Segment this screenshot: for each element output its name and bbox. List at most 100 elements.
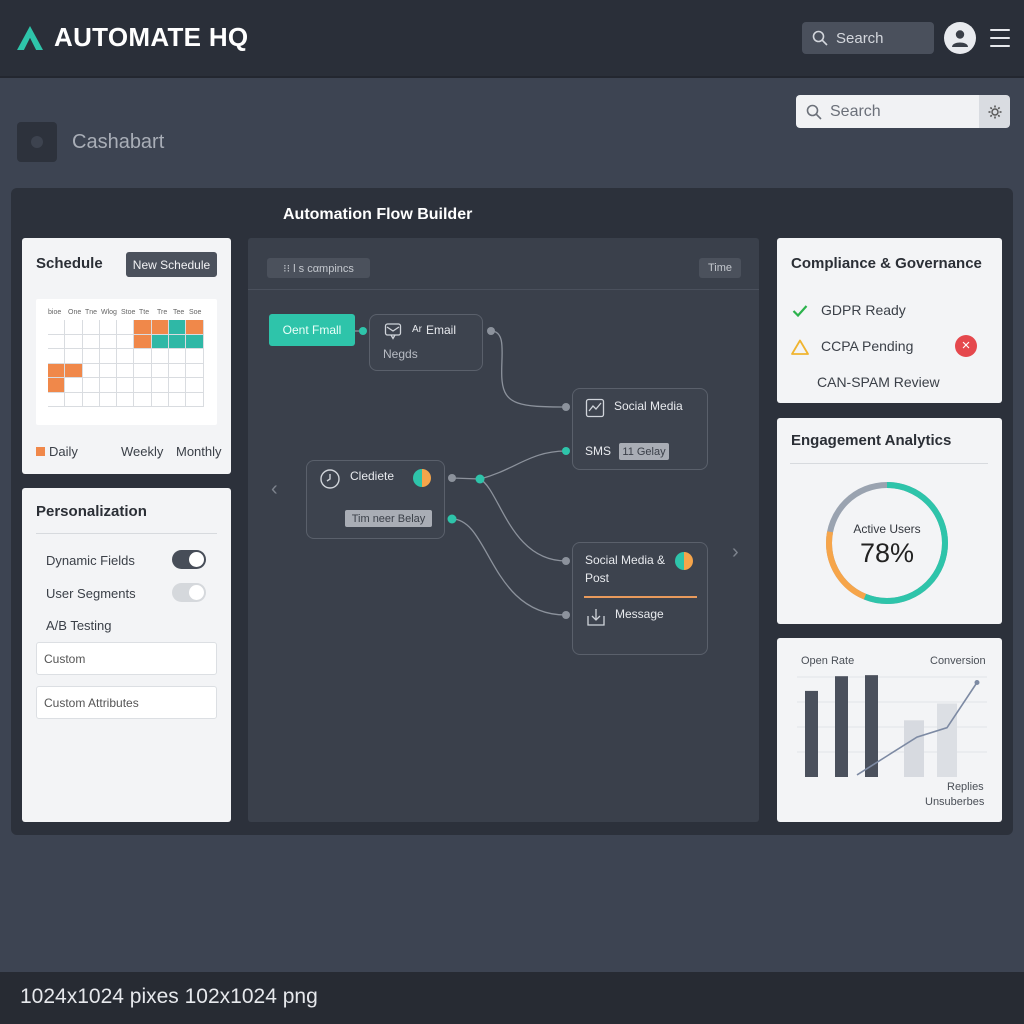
calendar-cell[interactable] [82,363,100,378]
hamburger-menu-icon[interactable] [988,27,1012,49]
calendar-cell[interactable] [65,392,83,407]
calendar-cell[interactable] [134,378,152,393]
calendar-cell[interactable] [99,363,118,378]
calendar-cell[interactable] [48,334,66,349]
custom-attributes-field[interactable]: Custom Attributes [36,686,217,719]
calendar-cell[interactable] [82,320,100,335]
schedule-calendar[interactable]: bioe One Tne Wlog Stoe Tte Tre Tee Soe [36,299,217,425]
calendar-cell[interactable] [48,363,66,378]
calendar-cell[interactable] [82,349,100,364]
calendar-cell[interactable] [186,349,204,364]
new-schedule-button[interactable]: New Schedule [126,252,217,277]
calendar-cell[interactable] [169,334,187,349]
brand[interactable]: AUTOMATE HQ [16,22,248,53]
calendar-cell[interactable] [134,349,152,364]
calendar-cell[interactable] [134,392,152,407]
calendar-cell[interactable] [117,363,135,378]
chart-bar[interactable] [835,676,848,777]
calendar-cell[interactable] [186,392,204,407]
chart-bar[interactable] [904,720,924,777]
open-email-node[interactable]: Oent Fmall [269,314,355,346]
calendar-cell[interactable] [48,378,66,393]
calendar-cell[interactable] [134,334,152,349]
search-input[interactable]: Search [796,95,979,128]
calendar-cell[interactable] [48,320,66,335]
social-media-icon [585,398,605,418]
calendar-cell[interactable] [186,334,204,349]
top-search-input[interactable]: Search [802,22,934,54]
ab-testing-label[interactable]: A/B Testing [46,618,112,633]
custom-field[interactable]: Custom [36,642,217,675]
chevron-left-icon[interactable]: ‹ [271,478,278,501]
settings-button[interactable] [979,95,1010,128]
social-media-label: Social Media [614,399,683,413]
ccpa-status[interactable]: CCPA Pending [821,338,913,354]
calendar-cell[interactable] [186,320,204,335]
calendar-cell[interactable] [117,378,135,393]
dashboard-icon [17,122,57,162]
schedule-title: Schedule [36,255,103,272]
calendar-cell[interactable] [169,392,187,407]
calendar-cell[interactable] [82,378,100,393]
calendar-cell[interactable] [65,363,83,378]
calendar-cell[interactable] [169,320,187,335]
calendar-cell[interactable] [151,378,170,393]
calendar-cell[interactable] [65,320,83,335]
day-header: One [68,309,82,316]
calendar-cell[interactable] [151,334,170,349]
calendar-cell[interactable] [48,392,66,407]
calendar-cell[interactable] [151,320,170,335]
calendar-cell[interactable] [134,363,152,378]
user-icon [952,30,968,47]
avatar[interactable] [944,22,976,54]
schedule-option-daily[interactable]: Daily [36,444,78,459]
calendar-cell[interactable] [82,334,100,349]
gdpr-status[interactable]: GDPR Ready [821,302,906,318]
calendar-cell[interactable] [169,349,187,364]
calendar-cell[interactable] [99,320,118,335]
calendar-cell[interactable] [65,334,83,349]
calendar-cell[interactable] [169,363,187,378]
schedule-option-monthly[interactable]: Monthly [176,444,222,459]
campaigns-filter[interactable]: ⁝⁝ l s cαmpincs [267,258,370,278]
calendar-cell[interactable] [99,334,118,349]
calendar-cell[interactable] [151,392,170,407]
calendar-cell[interactable] [117,392,135,407]
user-segments-label: User Segments [46,586,136,601]
divider [36,533,217,534]
calendar-cell[interactable] [169,378,187,393]
time-filter[interactable]: Time [699,258,741,278]
search-icon [812,30,828,46]
chart-bar[interactable] [937,703,957,778]
day-header: Wlog [101,309,117,316]
calendar-cell[interactable] [134,320,152,335]
calendar-cell[interactable] [117,334,135,349]
calendar-cell[interactable] [186,363,204,378]
replies-label: Replies [947,781,984,793]
dynamic-fields-toggle[interactable] [172,550,206,569]
user-segments-toggle[interactable] [172,583,206,602]
calendar-cell[interactable] [151,363,170,378]
calendar-cell[interactable] [99,392,118,407]
calendar-cell[interactable] [117,320,135,335]
engagement-bar-chart [797,675,987,778]
progress-line [584,596,697,598]
email-node-prefix: Ar [412,324,422,335]
close-icon[interactable]: × [955,335,977,357]
calendar-cell[interactable] [151,349,170,364]
calendar-cell[interactable] [186,378,204,393]
chart-bar[interactable] [865,675,878,777]
chevron-right-icon[interactable]: › [732,541,739,564]
calendar-cell[interactable] [117,349,135,364]
calendar-cell[interactable] [99,378,118,393]
calendar-cell[interactable] [65,378,83,393]
calendar-cell[interactable] [48,349,66,364]
clock-icon [320,469,340,489]
chart-bar[interactable] [805,690,818,777]
schedule-option-weekly[interactable]: Weekly [121,444,163,459]
calendar-cell[interactable] [65,349,83,364]
calendar-cell[interactable] [99,349,118,364]
calendar-cell[interactable] [82,392,100,407]
unsubscribes-label: Unsuberbes [925,796,985,808]
can-spam-status[interactable]: CAN-SPAM Review [817,374,940,390]
